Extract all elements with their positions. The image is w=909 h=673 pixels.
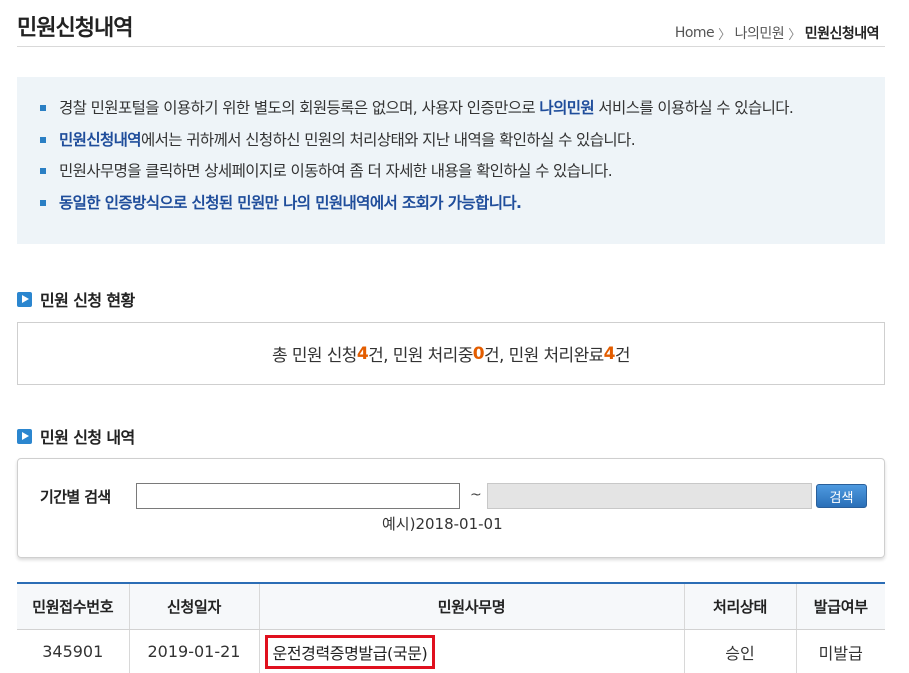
column-header-issued: 발급여부 <box>796 583 885 630</box>
notice-highlight: 민원신청내역 <box>59 130 142 149</box>
notice-item: 민원사무명을 클릭하면 상세페이지로 이동하여 좀 더 자세한 내용을 확인하실… <box>39 160 865 182</box>
end-date-input[interactable] <box>487 483 812 509</box>
status-summary-box: 총 민원 신청 4 건, 민원 처리중 0 건, 민원 처리완료 4 건 <box>17 322 885 385</box>
column-header-receipt-no: 민원접수번호 <box>17 583 130 630</box>
history-section-heading: 민원 신청 내역 <box>17 424 135 448</box>
date-format-example: 예시)2018-01-01 <box>382 515 503 533</box>
notice-item: 민원신청내역에서는 귀하께서 신청하신 민원의 처리상태와 지난 내역을 확인하… <box>39 129 865 151</box>
search-label: 기간별 검색 <box>40 488 111 506</box>
cell-petition-name: 운전경력증명발급(국문) <box>259 629 685 673</box>
range-tilde: ~ <box>470 487 482 503</box>
total-count: 4 <box>356 343 369 364</box>
in-progress-count: 0 <box>472 343 485 364</box>
play-icon <box>17 428 32 444</box>
notice-item-emphasis: 동일한 인증방식으로 신청된 민원만 나의 민원내역에서 조회가 가능합니다. <box>39 192 865 214</box>
play-icon <box>17 291 32 307</box>
period-search-box: 기간별 검색 ~ 검색 예시)2018-01-01 <box>17 458 885 558</box>
breadcrumb: Home 〉 나의민원 〉 민원신청내역 <box>675 23 880 43</box>
notice-box: 경찰 민원포털을 이용하기 위한 별도의 회원등록은 없으며, 사용자 인증만으… <box>17 77 885 244</box>
notice-item: 경찰 민원포털을 이용하기 위한 별도의 회원등록은 없으며, 사용자 인증만으… <box>39 97 865 119</box>
petition-name-link[interactable]: 운전경력증명발급(국문) <box>264 634 436 669</box>
status-section-heading: 민원 신청 현황 <box>17 287 135 311</box>
cell-issued: 미발급 <box>796 629 885 673</box>
notice-highlight: 나의민원 <box>539 99 595 117</box>
cell-date: 2019-01-21 <box>129 629 260 673</box>
breadcrumb-home[interactable]: Home <box>675 25 715 41</box>
breadcrumb-my-petitions[interactable]: 나의민원 <box>735 23 785 43</box>
start-date-input[interactable] <box>136 483 460 509</box>
breadcrumb-current: 민원신청내역 <box>804 26 880 42</box>
petition-table: 민원접수번호 신청일자 민원사무명 처리상태 발급여부 345901 2019-… <box>17 582 885 673</box>
search-button[interactable]: 검색 <box>816 484 867 508</box>
column-header-date: 신청일자 <box>129 583 260 630</box>
page-title: 민원신청내역 <box>17 16 133 41</box>
cell-receipt-no: 345901 <box>17 629 130 673</box>
completed-count: 4 <box>603 343 616 364</box>
title-divider <box>17 46 885 47</box>
breadcrumb-separator: 〉 <box>788 27 801 43</box>
table-row: 345901 2019-01-21 운전경력증명발급(국문) 승인 미발급 <box>17 629 885 673</box>
column-header-status: 처리상태 <box>684 583 797 630</box>
column-header-petition-name: 민원사무명 <box>259 583 685 630</box>
table-header-row: 민원접수번호 신청일자 민원사무명 처리상태 발급여부 <box>17 583 885 630</box>
breadcrumb-separator: 〉 <box>718 27 731 43</box>
cell-status: 승인 <box>684 629 797 673</box>
